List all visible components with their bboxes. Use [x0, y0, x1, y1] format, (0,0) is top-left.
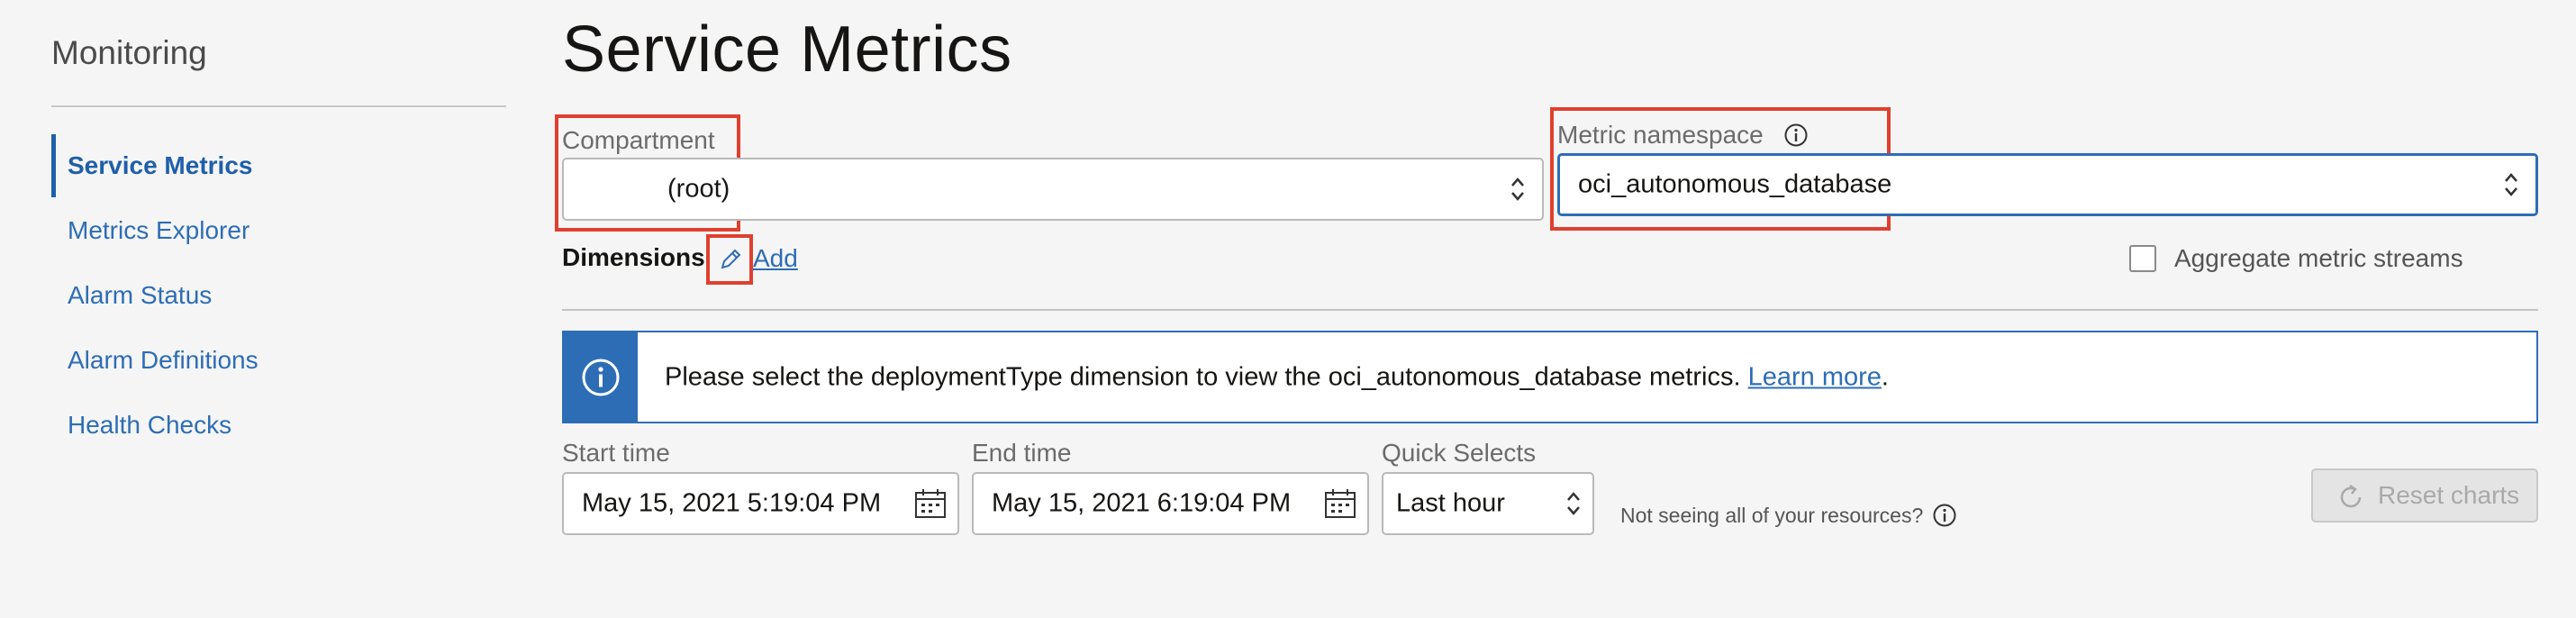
learn-more-link[interactable]: Learn more: [1748, 362, 1882, 391]
page-title: Service Metrics: [562, 14, 1012, 86]
quick-selects-value: Last hour: [1396, 488, 1505, 518]
namespace-value: oci_autonomous_database: [1578, 169, 1892, 199]
aggregate-checkbox[interactable]: [2129, 245, 2156, 272]
sidebar-title: Monitoring: [51, 34, 207, 71]
calendar-icon[interactable]: [1324, 488, 1356, 519]
reset-charts-button[interactable]: Reset charts: [2311, 468, 2538, 523]
sidebar-item-service-metrics[interactable]: Service Metrics: [68, 151, 252, 180]
start-time-value: May 15, 2021 5:19:04 PM: [582, 488, 882, 518]
resources-hint: Not seeing all of your resources?: [1620, 504, 1924, 527]
start-time-label: Start time: [562, 439, 670, 467]
info-message-text: Please select the deploymentType dimensi…: [665, 362, 1741, 391]
start-time-input[interactable]: May 15, 2021 5:19:04 PM: [562, 472, 959, 535]
quick-selects-dropdown[interactable]: Last hour: [1382, 472, 1594, 535]
info-banner: Please select the deploymentType dimensi…: [562, 331, 2538, 423]
compartment-label: Compartment: [562, 126, 715, 154]
end-time-label: End time: [972, 439, 1072, 467]
compartment-select[interactable]: (root): [562, 158, 1544, 221]
compartment-value: (root): [667, 174, 730, 204]
add-dimension-link[interactable]: Add: [753, 244, 798, 273]
reset-charts-label: Reset charts: [2378, 481, 2520, 509]
info-icon: [582, 359, 620, 396]
sidebar-item-alarm-status[interactable]: Alarm Status: [68, 281, 212, 310]
pencil-icon[interactable]: [719, 248, 742, 271]
sidebar-item-alarm-definitions[interactable]: Alarm Definitions: [68, 346, 259, 375]
refresh-icon: [2340, 484, 2362, 508]
namespace-label: Metric namespace: [1557, 121, 1764, 149]
aggregate-label: Aggregate metric streams: [2174, 244, 2463, 272]
sidebar-item-health-checks[interactable]: Health Checks: [68, 411, 231, 440]
info-banner-sidebar: [564, 332, 638, 422]
section-divider: [562, 309, 2538, 311]
hint-info-icon[interactable]: [1932, 503, 1957, 528]
quick-selects-label: Quick Selects: [1382, 439, 1537, 467]
end-time-input[interactable]: May 15, 2021 6:19:04 PM: [972, 472, 1369, 535]
end-time-value: May 15, 2021 6:19:04 PM: [992, 488, 1292, 518]
namespace-select[interactable]: oci_autonomous_database: [1557, 153, 2538, 216]
select-caret-icon: [1567, 492, 1580, 515]
select-caret-icon: [1511, 177, 1524, 201]
info-message: Please select the deploymentType dimensi…: [665, 362, 1889, 392]
sidebar-divider: [51, 105, 506, 107]
select-caret-icon: [2505, 173, 2517, 196]
active-indicator: [51, 134, 56, 197]
namespace-info-icon[interactable]: [1783, 123, 1809, 148]
info-period: .: [1881, 362, 1889, 391]
sidebar-item-metrics-explorer[interactable]: Metrics Explorer: [68, 216, 249, 245]
dimensions-label: Dimensions: [562, 243, 705, 271]
calendar-icon[interactable]: [914, 488, 947, 519]
